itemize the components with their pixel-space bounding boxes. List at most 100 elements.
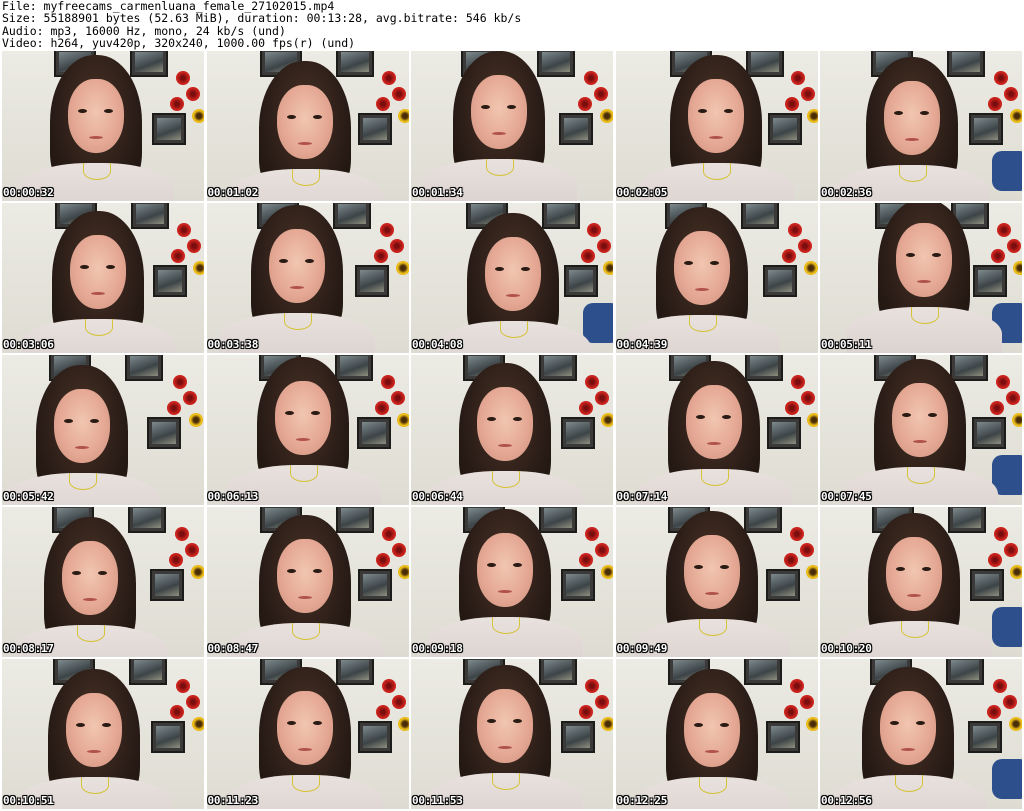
wall-picture	[357, 417, 392, 449]
wall-picture	[335, 51, 374, 77]
wall-picture	[744, 659, 783, 685]
flower-decoration	[182, 391, 197, 405]
necklace	[700, 469, 729, 486]
face	[276, 539, 333, 613]
flower-decoration	[1004, 543, 1018, 557]
flower-decoration	[585, 375, 599, 389]
eye	[72, 571, 81, 575]
eye	[104, 109, 113, 113]
flower-decoration	[185, 695, 200, 709]
necklace	[492, 471, 520, 488]
mouth	[91, 292, 105, 295]
necklace	[500, 321, 528, 338]
face	[683, 535, 740, 609]
video-thumbnail: 00:04:08	[411, 203, 613, 353]
wall-picture	[973, 265, 1008, 297]
flower-decoration	[603, 261, 613, 275]
face	[54, 389, 110, 463]
face	[485, 237, 541, 311]
wall-picture	[125, 355, 164, 381]
necklace	[81, 777, 109, 794]
video-thumbnail: 00:02:36	[820, 51, 1022, 201]
wall-picture	[744, 507, 783, 533]
face	[276, 85, 333, 159]
file-info-header: File: myfreecams_carmenluana_female_2710…	[2, 0, 1022, 50]
eye	[312, 115, 322, 119]
wall-picture	[563, 265, 598, 297]
eye	[693, 723, 703, 727]
necklace	[283, 313, 312, 330]
flower-decoration	[391, 391, 405, 405]
video-thumbnail: 00:11:53	[411, 659, 613, 809]
flower-decoration	[593, 87, 608, 101]
flower-decoration	[806, 413, 818, 427]
video-thumbnail: 00:01:02	[206, 51, 409, 201]
necklace	[901, 621, 929, 638]
eye	[922, 567, 931, 571]
mouth	[905, 138, 919, 141]
wall-picture	[950, 355, 988, 381]
mouth	[498, 590, 512, 593]
chair	[992, 151, 1022, 191]
wall-picture	[767, 113, 802, 145]
wall-picture	[130, 51, 168, 77]
wall-picture	[128, 507, 166, 533]
wall-picture	[539, 659, 577, 685]
face	[276, 691, 333, 765]
eye	[902, 413, 911, 417]
video-thumbnail: 00:06:13	[206, 355, 409, 505]
wall-picture	[539, 507, 577, 533]
wall-picture	[335, 355, 374, 381]
video-thumbnail: 00:03:38	[206, 203, 409, 353]
flower-decoration	[375, 553, 390, 567]
necklace	[291, 775, 320, 792]
wall-picture	[968, 721, 1002, 753]
flower-decoration	[176, 71, 190, 85]
eye	[76, 723, 85, 727]
flower-decoration	[784, 401, 799, 415]
flower-decoration	[807, 109, 818, 123]
flower-decoration	[381, 679, 396, 693]
thumbnail-timestamp: 00:04:08	[412, 338, 463, 351]
wall-picture	[762, 265, 797, 297]
eye	[695, 415, 705, 419]
video-thumbnail: 00:10:51	[2, 659, 204, 809]
eye	[102, 723, 111, 727]
flower-decoration	[989, 401, 1004, 415]
mouth	[901, 748, 915, 751]
flower-decoration	[577, 97, 592, 111]
wall-picture	[147, 417, 182, 449]
flower-decoration	[375, 97, 390, 111]
chair	[992, 607, 1022, 647]
eye	[723, 109, 733, 113]
flower-decoration	[583, 71, 598, 85]
flower-decoration	[790, 679, 804, 693]
flower-decoration	[994, 527, 1008, 541]
flower-decoration	[170, 97, 184, 111]
thumbnail-timestamp: 00:12:56	[821, 794, 872, 807]
chair	[583, 303, 613, 343]
necklace	[911, 307, 939, 324]
flower-decoration	[169, 705, 184, 719]
mouth	[498, 746, 512, 749]
flower-decoration	[587, 223, 601, 237]
flower-decoration	[174, 527, 189, 541]
video-thumbnail: 00:06:44	[411, 355, 613, 505]
thumbnail-timestamp: 00:03:38	[207, 338, 259, 351]
flower-decoration	[579, 401, 593, 415]
flower-decoration	[1003, 87, 1018, 101]
face	[477, 533, 533, 607]
necklace	[907, 467, 935, 484]
eye	[495, 267, 504, 271]
flower-decoration	[172, 375, 187, 389]
eye	[513, 417, 522, 421]
flower-decoration	[1011, 413, 1022, 427]
flower-decoration	[395, 261, 409, 275]
wall-picture	[539, 355, 577, 381]
wall-picture	[745, 51, 784, 77]
eye	[312, 569, 322, 573]
wall-picture	[129, 659, 168, 685]
eye	[521, 267, 530, 271]
eye	[906, 253, 915, 257]
face	[68, 79, 124, 153]
